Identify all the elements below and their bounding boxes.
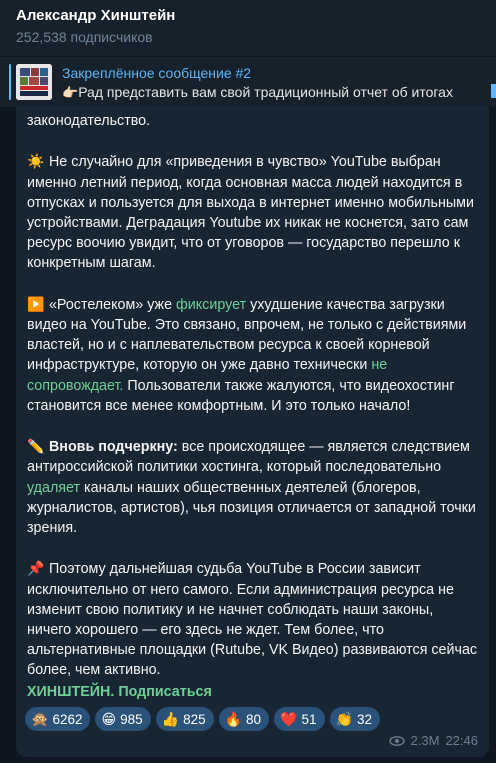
monkey-icon: 🙊: [31, 710, 49, 727]
pencil-icon: ✏️: [27, 438, 45, 455]
subscriber-count: 252,538 подписчиков: [16, 29, 153, 45]
subscribe-link[interactable]: ХИНШТЕЙН. Подписаться: [27, 684, 212, 700]
reactions-bar: 🙊 6262 😁 985 👍 825 🔥 80 ❤️ 51 👏 32: [25, 707, 380, 733]
message-time: 22:46: [445, 733, 478, 748]
reaction-see-no-evil[interactable]: 🙊 6262: [25, 707, 91, 731]
view-count: 2.3M: [410, 733, 440, 748]
link-fiksiruet[interactable]: фиксирует: [176, 297, 246, 313]
pinned-scroll-marker: [491, 84, 496, 98]
link-udalyaet[interactable]: удаляет: [27, 480, 80, 496]
paragraph-conclusion: 📌 Поэтому дальнейшая судьба YouTube в Ро…: [27, 560, 478, 679]
pinned-preview: 👉🏻Рад представить вам свой традиционный …: [62, 84, 453, 101]
pinned-thumbnail-image: [16, 64, 52, 100]
grin-icon: 😁: [101, 710, 117, 727]
thumbs-up-icon: 👍: [161, 710, 180, 727]
pushpin-icon: 📌: [27, 560, 45, 577]
reaction-grin[interactable]: 😁 985: [95, 707, 151, 731]
pinned-thumbnail: [16, 64, 52, 100]
paragraph-summer: ☀️ Не случайно для «приведения в чувство…: [27, 153, 474, 272]
paragraph-emphasis: ✏️ Вновь подчеркну: все происходящее — я…: [27, 438, 476, 537]
channel-header[interactable]: Александр Хинштейн 252,538 подписчиков: [0, 0, 496, 56]
reaction-heart[interactable]: ❤️ 51: [274, 707, 325, 731]
message-text: законодательство. ☀️ Не случайно для «пр…: [27, 111, 479, 701]
pinned-indicator: [9, 64, 11, 100]
pinned-message-bar[interactable]: Закреплённое сообщение #2 👉🏻Рад представ…: [0, 56, 496, 107]
fire-icon: 🔥: [224, 710, 243, 727]
sun-icon: ☀️: [27, 153, 45, 170]
pinned-preview-text: Рад представить вам свой традиционный от…: [78, 84, 453, 100]
heart-icon: ❤️: [280, 710, 298, 727]
clap-icon: 👏: [335, 710, 353, 727]
channel-name[interactable]: Александр Хинштейн: [16, 7, 175, 24]
paragraph-rostelecom: ▶️ «Ростелеком» уже фиксирует ухудшение …: [27, 295, 467, 414]
reaction-fire[interactable]: 🔥 80: [218, 707, 270, 731]
eye-icon: [388, 735, 405, 746]
message-meta: 2.3M 22:46: [388, 733, 478, 748]
play-arrow-icon: ▶️: [27, 295, 45, 312]
reaction-clap[interactable]: 👏 32: [329, 707, 380, 731]
pointing-hand-icon: 👉🏻: [62, 85, 79, 100]
reaction-thumbs-up[interactable]: 👍 825: [155, 707, 214, 731]
pinned-title: Закреплённое сообщение #2: [62, 65, 252, 81]
message-top-line: законодательство.: [27, 113, 151, 129]
